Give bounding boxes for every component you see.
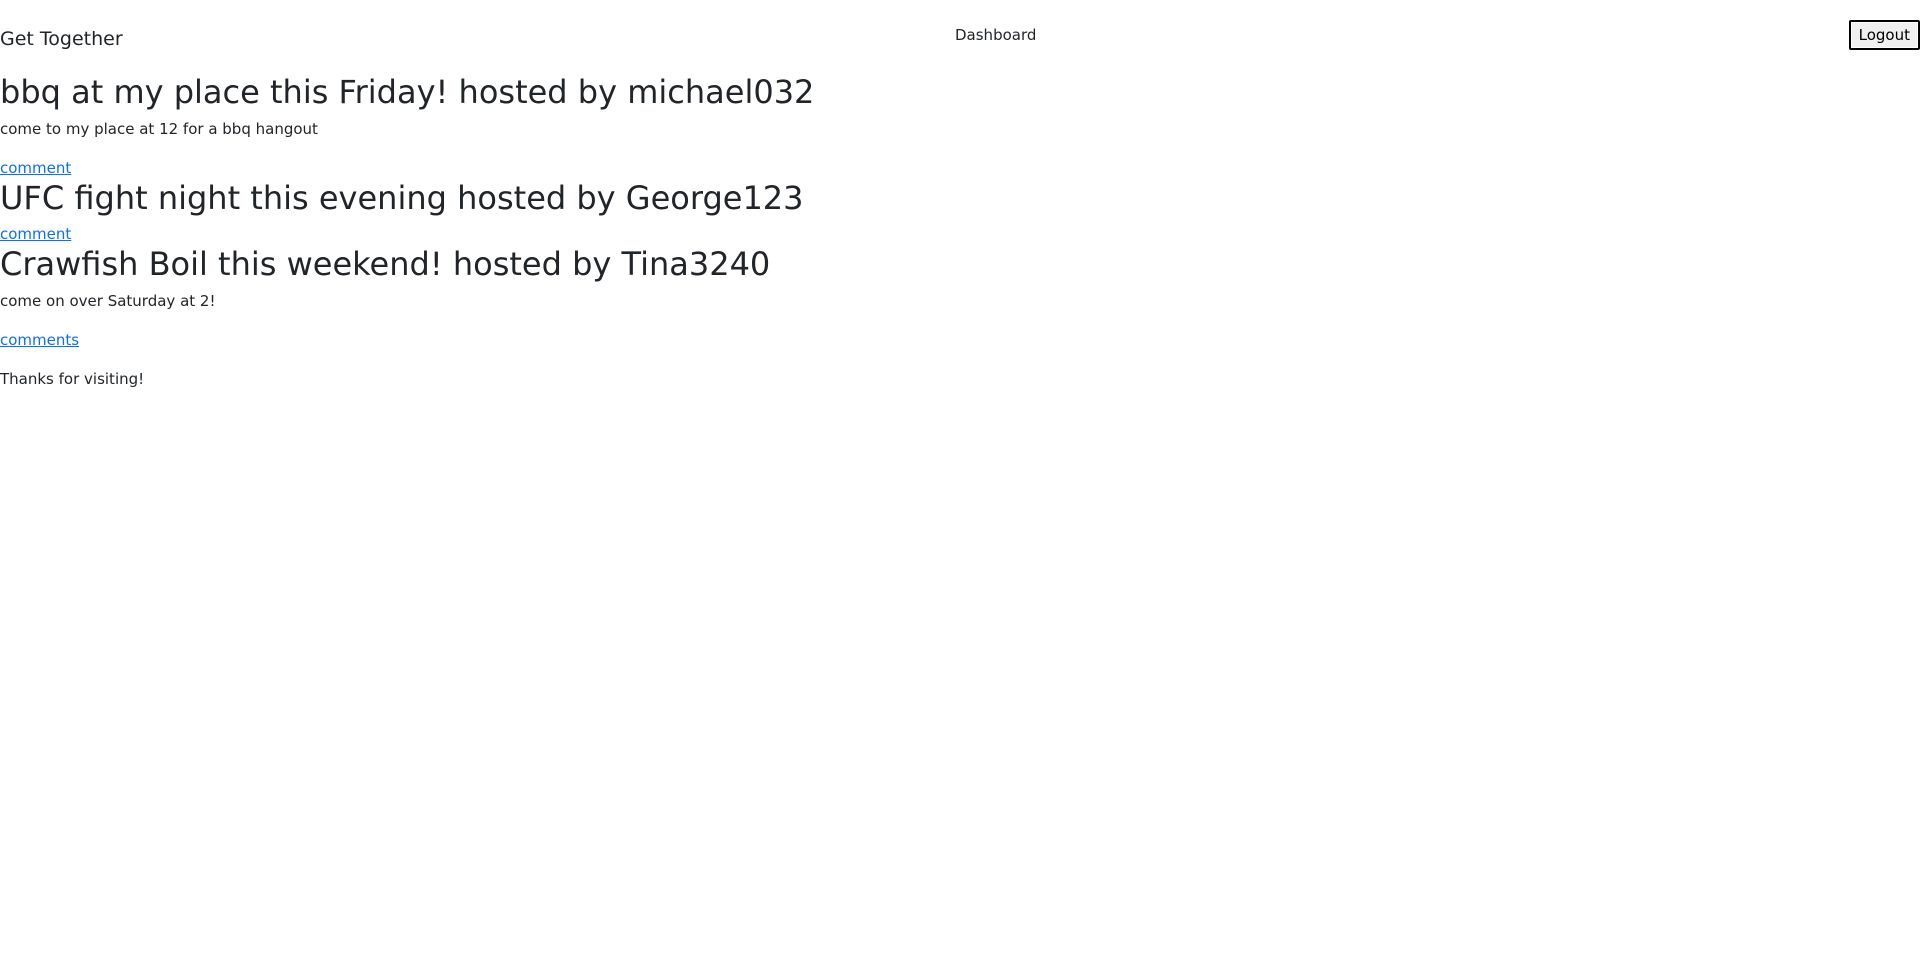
event-title: UFC fight night this evening hosted by G… <box>0 179 804 217</box>
comments-link[interactable]: comments <box>0 330 79 350</box>
dashboard-link[interactable]: Dashboard <box>955 25 1036 45</box>
logout-button[interactable]: Logout <box>1848 20 1920 50</box>
event-item: bbq at my place this Friday! hosted by m… <box>0 72 814 178</box>
event-title: Crawfish Boil this weekend! hosted by Ti… <box>0 245 771 283</box>
event-description: come on over Saturday at 2! <box>0 292 216 310</box>
event-item: UFC fight night this evening hosted by G… <box>0 178 814 244</box>
event-item: Crawfish Boil this weekend! hosted by Ti… <box>0 244 814 350</box>
comment-link[interactable]: comment <box>0 158 71 178</box>
event-description: come to my place at 12 for a bbq hangout <box>0 120 318 138</box>
event-list: bbq at my place this Friday! hosted by m… <box>0 72 814 389</box>
event-title: bbq at my place this Friday! hosted by m… <box>0 73 815 111</box>
comment-link[interactable]: comment <box>0 224 71 244</box>
footer-message: Thanks for visiting! <box>0 370 145 388</box>
brand-title[interactable]: Get Together <box>0 27 123 51</box>
top-navbar: Get Together Dashboard Logout <box>0 0 1920 70</box>
